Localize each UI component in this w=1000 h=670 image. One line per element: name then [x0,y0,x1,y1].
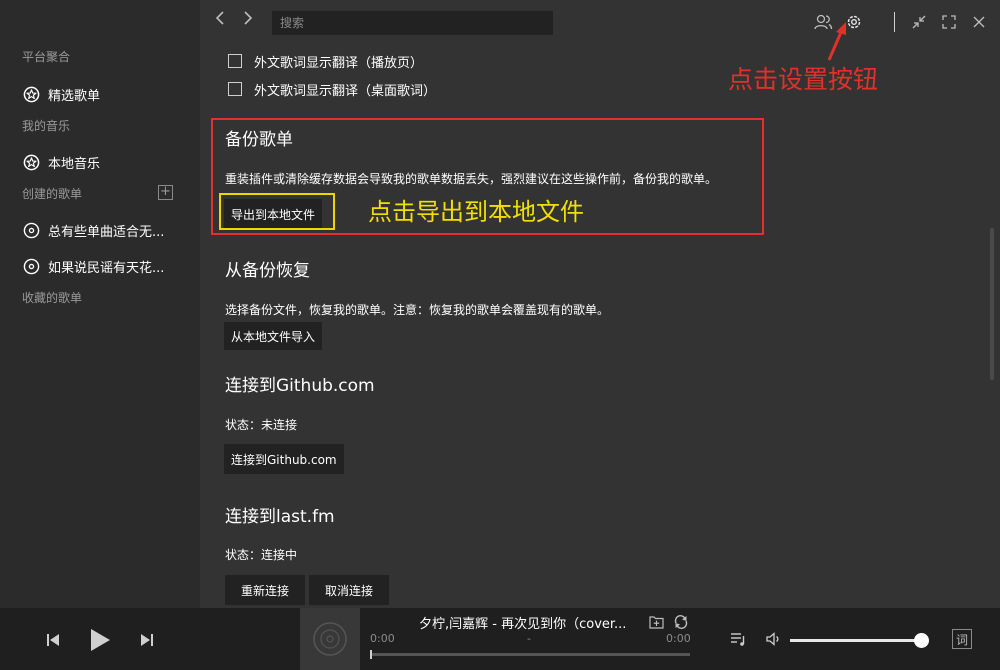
repeat-button[interactable] [672,613,690,631]
sidebar-item-label: 如果说民谣有天花... [48,260,165,276]
checkbox[interactable] [228,82,242,96]
lastfm-status: 状态：连接中 [225,548,298,562]
export-hint-annotation: 点击导出到本地文件 [368,198,584,226]
toolbar-divider [894,12,895,32]
playlist-icon [731,633,745,646]
disc-icon [22,257,40,275]
chevron-right-icon[interactable] [238,10,258,32]
skip-back-icon [47,634,59,646]
disc-icon [22,221,40,239]
lyric-translation-desktop-option[interactable]: 外文歌词显示翻译（桌面歌词） [228,80,437,99]
progress-handle[interactable] [370,650,372,659]
star-icon [22,153,40,171]
volume-slider[interactable] [790,639,922,642]
disc-icon [313,622,347,656]
volume-slider-handle[interactable] [914,633,929,648]
lyric-translation-playpage-option[interactable]: 外文歌词显示翻译（播放页） [228,52,424,71]
time-separator: - [527,632,531,645]
minimize-icon[interactable] [908,11,930,33]
repeat-icon [674,615,688,629]
section-title-created: 创建的歌单 [22,187,83,201]
lyrics-button[interactable]: 词 [952,629,972,649]
connect-github-button[interactable]: 连接到Github.com [224,444,344,474]
section-title-my-music: 我的音乐 [22,119,71,133]
sidebar-item-label: 本地音乐 [48,156,101,172]
reconnect-button[interactable]: 重新连接 [225,575,305,605]
option-label: 外文歌词显示翻译（桌面歌词） [254,83,437,99]
time-total: 0:00 [666,632,691,645]
playlist-button[interactable] [728,629,748,649]
play-icon [91,629,110,651]
import-from-local-file-button[interactable]: 从本地文件导入 [224,322,323,350]
album-cover[interactable] [300,608,360,670]
cancel-connection-button[interactable]: 取消连接 [309,575,389,605]
chevron-left-icon[interactable] [210,10,230,32]
export-button-highlight-box [219,193,335,230]
close-icon[interactable] [968,11,990,33]
add-playlist-button[interactable]: + [158,185,173,200]
player-bar: 夕柠,闫嘉辉 - 再次见到你（cover... 0:00 - 0:00 词 [0,608,1000,670]
play-button[interactable] [86,626,114,654]
sidebar-item-label: 精选歌单 [48,88,101,104]
restore-title: 从备份恢复 [225,261,310,281]
sidebar: 平台聚合 精选歌单 我的音乐 本地音乐 创建的歌单 + 总有些单曲适合无... … [0,0,200,608]
sidebar-item-playlist[interactable]: 总有些单曲适合无... [22,218,192,242]
skip-forward-icon [141,634,153,646]
volume-button[interactable] [764,629,784,649]
fullscreen-icon[interactable] [938,11,960,33]
settings-hint-annotation: 点击设置按钮 [728,65,879,94]
search-input[interactable] [272,11,553,35]
folder-plus-icon [648,616,664,629]
volume-icon [766,632,779,646]
section-title-collected: 收藏的歌单 [22,291,83,305]
section-title-platform: 平台聚合 [22,50,71,64]
restore-description: 选择备份文件，恢复我的歌单。注意：恢复我的歌单会覆盖现有的歌单。 [225,303,610,317]
progress-bar[interactable] [370,650,690,659]
github-status: 状态：未连接 [225,418,298,432]
sidebar-item-playlist[interactable]: 如果说民谣有天花... [22,254,192,278]
star-icon [22,85,40,103]
sidebar-item-local-music[interactable]: 本地音乐 [22,150,192,174]
sidebar-item-label: 总有些单曲适合无... [48,224,165,240]
song-title: 夕柠,闫嘉辉 - 再次见到你（cover... [419,617,627,632]
top-bar [200,0,1000,44]
lastfm-title: 连接到last.fm [225,507,335,527]
scrollbar-thumb[interactable] [990,228,994,380]
option-label: 外文歌词显示翻译（播放页） [254,55,424,71]
arrow-annotation [827,22,846,61]
time-current: 0:00 [370,632,395,645]
add-to-playlist-button[interactable] [648,614,664,630]
next-track-button[interactable] [136,630,158,650]
github-title: 连接到Github.com [225,376,375,396]
checkbox[interactable] [228,54,242,68]
sidebar-item-featured[interactable]: 精选歌单 [22,82,192,106]
previous-track-button[interactable] [42,630,64,650]
